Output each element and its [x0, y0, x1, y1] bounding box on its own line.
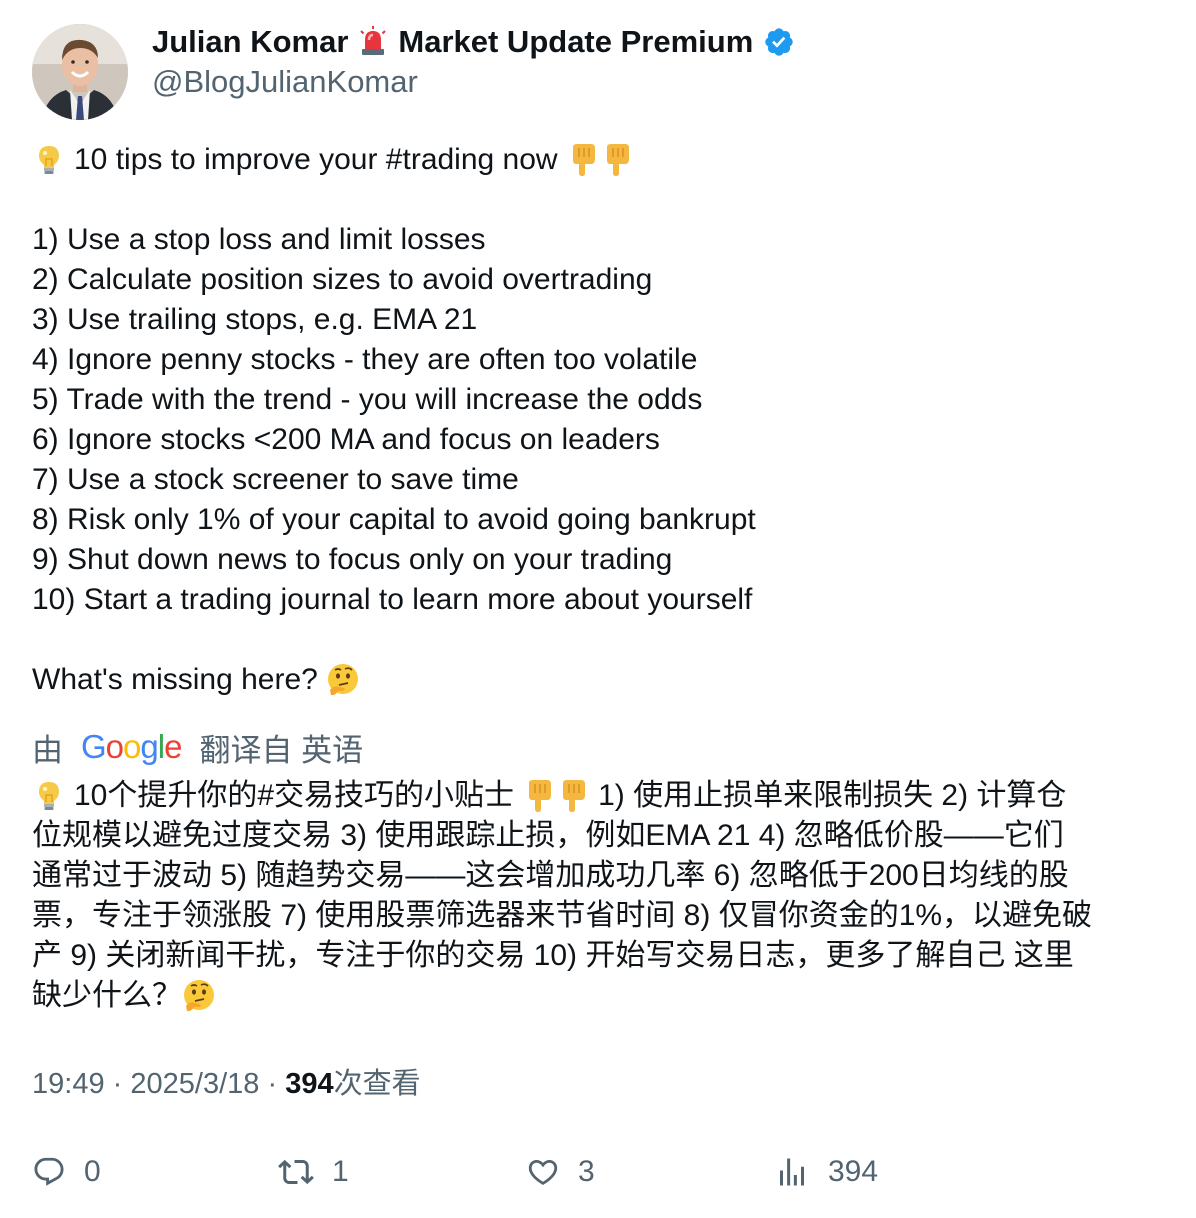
retweet-button[interactable]: 1: [278, 1150, 349, 1194]
backhand-index-pointing-down-icon: [556, 779, 590, 813]
reply-icon: [32, 1155, 66, 1189]
google-logo[interactable]: Google: [81, 728, 182, 766]
tweet-text: 10 tips to improve your #trading now 1) …: [32, 140, 1172, 700]
translated-line: 产 9) 关闭新闻干扰，专注于你的交易 10) 开始写交易日志，更多了解自己 这…: [32, 939, 1074, 972]
tip-line: 8) Risk only 1% of your capital to avoid…: [32, 503, 756, 536]
author-name-row[interactable]: Julian Komar Market Update Premium: [152, 22, 795, 62]
views-label: 次查看: [333, 1068, 421, 1100]
backhand-index-pointing-down-icon: [600, 143, 634, 177]
translated-line: 缺少什么？: [32, 976, 1172, 1016]
views-button[interactable]: 394: [774, 1150, 878, 1194]
views-count: 394: [285, 1068, 334, 1100]
tip-line: 4) Ignore penny stocks - they are often …: [32, 343, 698, 376]
translated-line: 10个提升你的#交易技巧的小贴士 1) 使用止损单来限制损失 2) 计算仓: [32, 776, 1172, 816]
views-action-count: 394: [828, 1155, 879, 1188]
like-button[interactable]: 3: [526, 1150, 595, 1194]
meta-separator: ·: [112, 1068, 123, 1100]
analytics-icon: [774, 1154, 810, 1190]
tip-line: 7) Use a stock screener to save time: [32, 463, 519, 496]
verified-badge-icon[interactable]: [763, 26, 795, 58]
translated-text: 10个提升你的#交易技巧的小贴士 1) 使用止损单来限制损失 2) 计算仓 位规…: [32, 776, 1172, 1016]
tip-line: 2) Calculate position sizes to avoid ove…: [32, 263, 653, 296]
translated-text-part: 1) 使用止损单来限制损失 2) 计算仓: [598, 779, 1067, 812]
light-bulb-icon: [32, 779, 66, 813]
police-siren-icon: [356, 25, 390, 59]
like-count: 3: [578, 1155, 595, 1188]
headline-text: 10 tips to improve your #trading now: [74, 143, 558, 176]
tip-line: 9) Shut down news to focus only on your …: [32, 543, 673, 576]
meta-separator: ·: [267, 1068, 278, 1100]
reply-count: 0: [84, 1155, 101, 1188]
thinking-face-icon: [326, 663, 360, 697]
headline-line: 10 tips to improve your #trading now: [32, 140, 1172, 180]
translated-line: 票，专注于领涨股 7) 使用股票筛选器来节省时间 8) 仅冒你资金的1%，以避免…: [32, 899, 1093, 932]
reply-button[interactable]: 0: [32, 1150, 101, 1194]
author-name[interactable]: Julian Komar: [152, 24, 348, 60]
tip-line: 10) Start a trading journal to learn mor…: [32, 583, 753, 616]
tweet-time[interactable]: 19:49: [32, 1068, 105, 1100]
author-handle[interactable]: @BlogJulianKomar: [152, 62, 418, 102]
backhand-index-pointing-down-icon: [566, 143, 600, 177]
closing-line: What's missing here?: [32, 660, 1172, 700]
translated-by-label: 由 Google 翻译自 英语: [32, 726, 363, 768]
tweet-meta: 19:49 · 2025/3/18 · 394次查看: [32, 1064, 421, 1104]
retweet-count: 1: [332, 1155, 349, 1188]
tip-line: 6) Ignore stocks <200 MA and focus on le…: [32, 423, 660, 456]
translated-by-suffix[interactable]: 翻译自 英语: [199, 725, 363, 770]
tip-line: 1) Use a stop loss and limit losses: [32, 223, 486, 256]
action-bar: 0 1 3 394: [32, 1150, 1172, 1194]
light-bulb-icon: [32, 143, 66, 177]
backhand-index-pointing-down-icon: [522, 779, 556, 813]
translated-text-part: 缺少什么？: [32, 979, 182, 1012]
thinking-face-icon: [182, 979, 216, 1013]
tweet: Julian Komar Market Update Premium @Blog…: [0, 0, 1196, 1218]
author-name-suffix[interactable]: Market Update Premium: [398, 24, 753, 60]
tweet-date[interactable]: 2025/3/18: [130, 1068, 259, 1100]
translated-line: 通常过于波动 5) 随趋势交易——这会增加成功几率 6) 忽略低于200日均线的…: [32, 859, 1069, 892]
translated-line: 位规模以避免过度交易 3) 使用跟踪止损，例如EMA 21 4) 忽略低价股——…: [32, 819, 1064, 852]
avatar[interactable]: [32, 24, 128, 120]
closing-text: What's missing here?: [32, 663, 318, 696]
translated-by-prefix: 由: [32, 732, 63, 768]
retweet-icon: [278, 1154, 314, 1190]
heart-icon: [526, 1155, 560, 1189]
tip-line: 5) Trade with the trend - you will incre…: [32, 383, 703, 416]
translated-text-part: 10个提升你的#交易技巧的小贴士: [74, 779, 515, 812]
tip-line: 3) Use trailing stops, e.g. EMA 21: [32, 303, 478, 336]
